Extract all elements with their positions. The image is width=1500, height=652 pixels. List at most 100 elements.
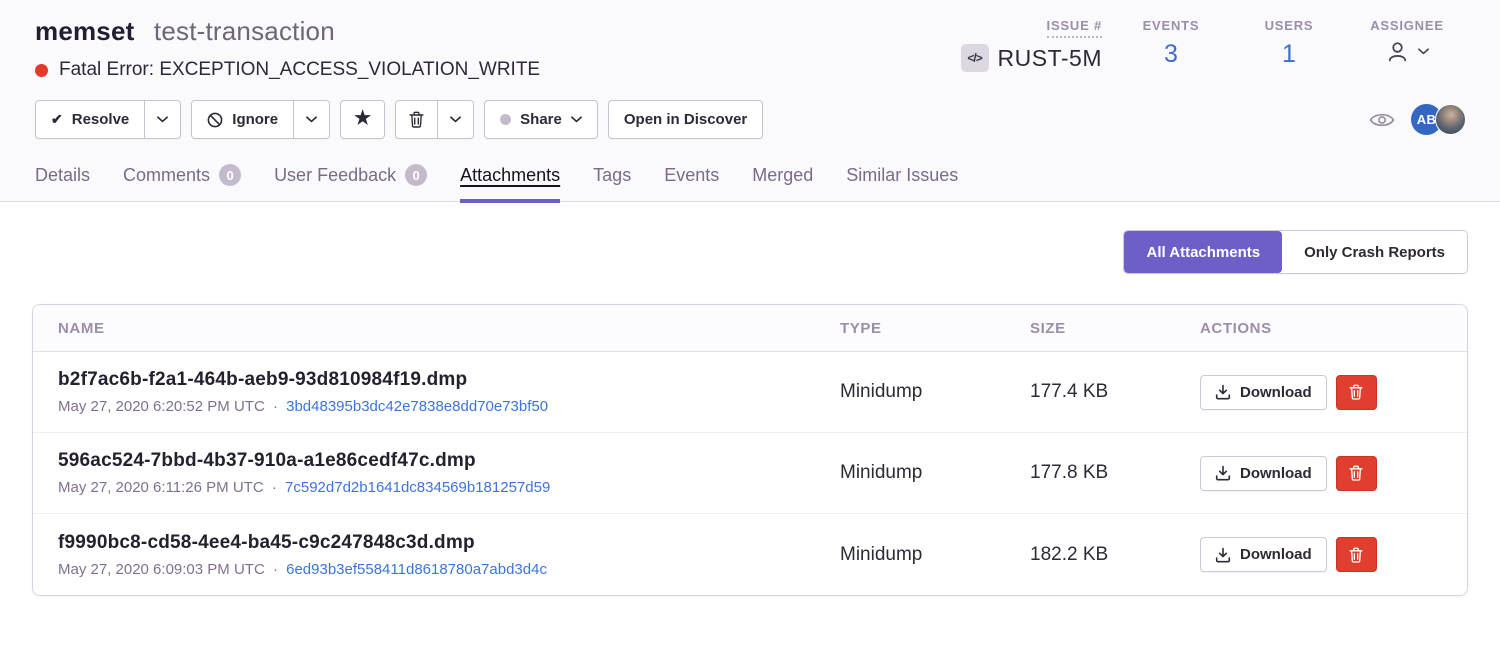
tab-count-badge: 0 — [219, 164, 241, 186]
open-in-discover-button[interactable]: Open in Discover — [609, 101, 762, 138]
resolve-button[interactable]: ✔ Resolve — [36, 101, 144, 138]
error-text: Fatal Error: EXCEPTION_ACCESS_VIOLATION_… — [59, 59, 540, 81]
toolbar-right: AB — [1369, 104, 1466, 135]
tab[interactable]: Attachments — [460, 164, 560, 201]
tab[interactable]: Merged — [752, 164, 813, 201]
page-title: memset test-transaction — [35, 16, 540, 47]
stat-events: EVENTS 3 — [1112, 18, 1230, 67]
attachment-filename: f9990bc8-cd58-4ee4-ba45-c9c247848c3d.dmp — [58, 532, 840, 554]
attachment-meta: May 27, 2020 6:11:26 PM UTC · 7c592d7d2b… — [58, 479, 840, 496]
table-row: 596ac524-7bbd-4b37-910a-a1e86cedf47c.dmp… — [33, 433, 1467, 514]
tab-label: Details — [35, 165, 90, 186]
tab-label: Events — [664, 165, 719, 186]
discover-button-group: Open in Discover — [608, 100, 763, 139]
assignee-dropdown[interactable] — [1385, 39, 1429, 64]
error-message: EXCEPTION_ACCESS_VIOLATION_WRITE — [159, 59, 540, 80]
events-label: EVENTS — [1143, 18, 1200, 33]
delete-attachment-button[interactable] — [1336, 375, 1377, 410]
issue-header: memset test-transaction Fatal Error: EXC… — [0, 0, 1500, 81]
tab[interactable]: User Feedback 0 — [274, 164, 427, 201]
attachments-filter-row: All Attachments Only Crash Reports — [0, 202, 1500, 274]
tab-label: Attachments — [460, 165, 560, 186]
tab-count-badge: 0 — [405, 164, 427, 186]
stat-users: USERS 1 — [1230, 18, 1348, 67]
bookmark-button-group: ★ — [340, 100, 385, 139]
event-id-link[interactable]: 7c592d7d2b1641dc834569b181257d59 — [285, 479, 550, 496]
action-toolbar: ✔ Resolve Ignore ★ — [0, 81, 1500, 139]
attachment-name-cell: b2f7ac6b-f2a1-464b-aeb9-93d810984f19.dmp… — [58, 369, 840, 415]
event-id-link[interactable]: 3bd48395b3dc42e7838e8dd70e73bf50 — [286, 398, 548, 415]
events-count: 3 — [1164, 42, 1178, 67]
stat-assignee: ASSIGNEE — [1348, 18, 1466, 64]
download-label: Download — [1240, 465, 1312, 482]
ignore-dropdown-button[interactable] — [293, 101, 329, 138]
download-label: Download — [1240, 546, 1312, 563]
issue-short-id: </> RUST-5M — [961, 44, 1102, 72]
tab[interactable]: Tags — [593, 164, 631, 201]
all-attachments-button[interactable]: All Attachments — [1124, 231, 1282, 273]
meta-separator: · — [273, 398, 278, 415]
tab-label: Merged — [752, 165, 813, 186]
download-button[interactable]: Download — [1200, 375, 1327, 410]
attachment-timestamp: May 27, 2020 6:11:26 PM UTC — [58, 479, 264, 496]
trash-icon — [1349, 384, 1363, 400]
issue-number-label: ISSUE # — [1047, 18, 1102, 38]
only-crash-reports-button[interactable]: Only Crash Reports — [1282, 231, 1467, 273]
download-icon — [1215, 384, 1231, 400]
trash-icon — [1349, 465, 1363, 481]
attachment-size: 177.8 KB — [1030, 462, 1200, 484]
delete-issue-button[interactable] — [396, 101, 437, 138]
download-button[interactable]: Download — [1200, 456, 1327, 491]
tab[interactable]: Events — [664, 164, 719, 201]
share-status-dot-icon — [500, 114, 511, 125]
chevron-down-icon — [450, 116, 461, 123]
table-row: b2f7ac6b-f2a1-464b-aeb9-93d810984f19.dmp… — [33, 352, 1467, 433]
column-header-name: NAME — [58, 320, 840, 337]
resolve-label: Resolve — [72, 111, 130, 128]
tab-label: Comments — [123, 165, 210, 186]
assignee-label: ASSIGNEE — [1370, 18, 1444, 33]
code-icon: </> — [961, 44, 989, 72]
tab[interactable]: Similar Issues — [846, 164, 958, 201]
delete-dropdown-button[interactable] — [437, 101, 473, 138]
attachments-filter-toggle: All Attachments Only Crash Reports — [1123, 230, 1468, 274]
attachment-filename: b2f7ac6b-f2a1-464b-aeb9-93d810984f19.dmp — [58, 369, 840, 391]
error-level: Fatal Error: — [59, 59, 154, 80]
share-button[interactable]: Share — [485, 101, 597, 138]
column-header-type: TYPE — [840, 320, 1030, 337]
attachment-meta: May 27, 2020 6:20:52 PM UTC · 3bd48395b3… — [58, 398, 840, 415]
subscribe-eye-icon[interactable] — [1369, 111, 1395, 129]
ignore-button[interactable]: Ignore — [192, 101, 293, 138]
bookmark-button[interactable]: ★ — [341, 101, 384, 138]
delete-attachment-button[interactable] — [1336, 456, 1377, 491]
share-button-group: Share — [484, 100, 598, 139]
ignore-label: Ignore — [232, 111, 278, 128]
attachments-table: NAME TYPE SIZE ACTIONS b2f7ac6b-f2a1-464… — [32, 304, 1468, 596]
delete-attachment-button[interactable] — [1336, 537, 1377, 572]
avatar — [1435, 104, 1466, 135]
download-label: Download — [1240, 384, 1312, 401]
tab-label: User Feedback — [274, 165, 396, 186]
tab[interactable]: Comments 0 — [123, 164, 241, 201]
attachments-panel: All Attachments Only Crash Reports NAME … — [0, 202, 1500, 652]
resolve-dropdown-button[interactable] — [144, 101, 180, 138]
event-id-link[interactable]: 6ed93b3ef558411d8618780a7abd3d4c — [286, 561, 547, 578]
issue-title-block: memset test-transaction Fatal Error: EXC… — [35, 16, 540, 81]
attachment-actions: Download — [1200, 537, 1467, 572]
chevron-down-icon — [571, 116, 582, 123]
meta-separator: · — [273, 561, 278, 578]
attachment-type: Minidump — [840, 544, 1030, 566]
trash-icon — [409, 111, 424, 128]
tab[interactable]: Details — [35, 164, 90, 201]
trash-icon — [1349, 547, 1363, 563]
resolve-button-group: ✔ Resolve — [35, 100, 181, 139]
column-header-actions: ACTIONS — [1200, 320, 1467, 337]
attachment-size: 177.4 KB — [1030, 381, 1200, 403]
download-button[interactable]: Download — [1200, 537, 1327, 572]
ignore-button-group: Ignore — [191, 100, 330, 139]
attachment-type: Minidump — [840, 462, 1030, 484]
issue-stats: ISSUE # </> RUST-5M EVENTS 3 USERS 1 ASS… — [961, 16, 1466, 81]
attachment-timestamp: May 27, 2020 6:09:03 PM UTC — [58, 561, 265, 578]
error-level-dot-icon — [35, 64, 48, 77]
transaction-name: test-transaction — [154, 16, 335, 46]
